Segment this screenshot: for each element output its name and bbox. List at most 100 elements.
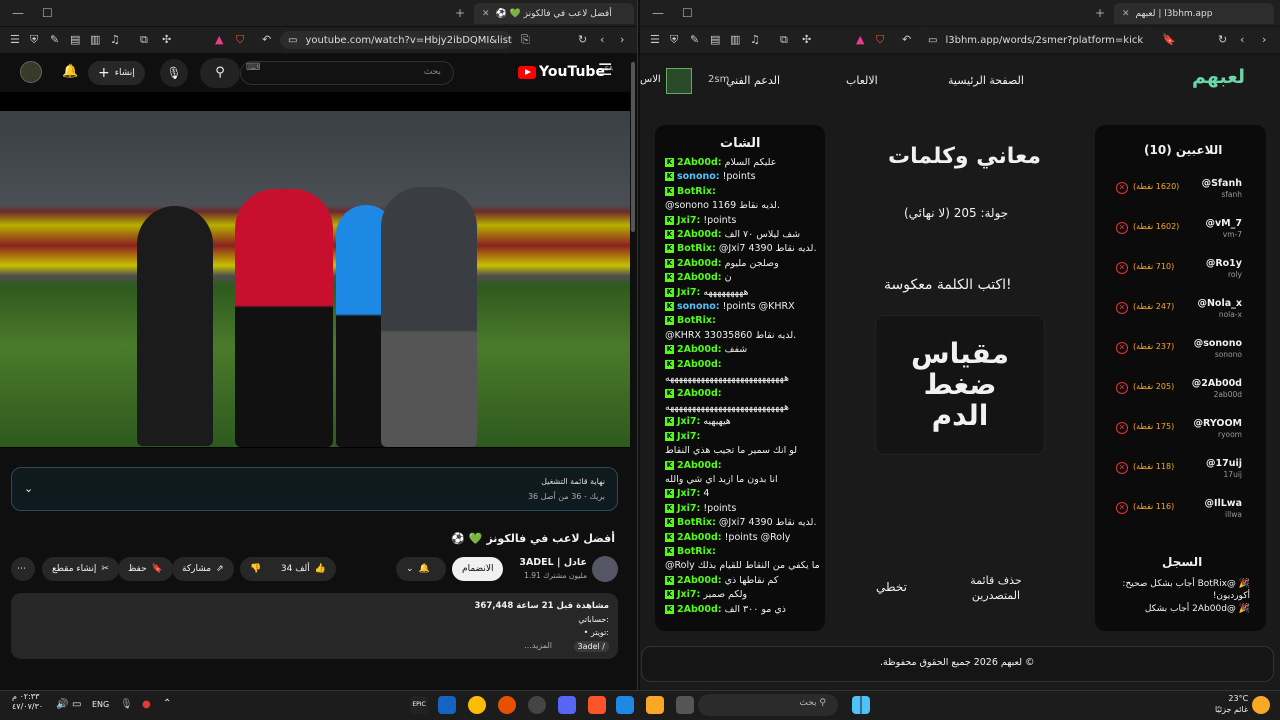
user-avatar[interactable] <box>666 68 692 94</box>
chat-username[interactable]: Jxi7: <box>677 431 700 442</box>
remove-player-icon[interactable]: ✕ <box>1116 422 1128 434</box>
clock[interactable]: ٠٢:٣٣ م ٤٧/٠٧/٣٠ <box>12 692 43 712</box>
epic-games-icon[interactable]: EPIC <box>410 696 428 714</box>
save-button[interactable]: حفظ 🔖 <box>118 557 173 581</box>
chat-username[interactable]: 2Ab00d: <box>677 258 722 269</box>
undo-icon[interactable]: ↶ <box>262 33 271 46</box>
remove-player-icon[interactable]: ✕ <box>1116 342 1128 354</box>
share-button[interactable]: مشاركة ⇗ <box>172 557 234 581</box>
address-bar[interactable]: ▭ youtube.com/watch?v=Hbjy2ibDQMI&list..… <box>280 31 512 49</box>
chat-username[interactable]: 2Ab00d: <box>677 604 722 615</box>
chat-username[interactable]: 2Ab00d: <box>677 344 722 355</box>
weather-widget[interactable]: 23°C غائم جزئيًا <box>1215 693 1248 715</box>
back-icon[interactable]: ‹ <box>600 33 604 46</box>
vpn-icon[interactable]: ▲ <box>856 33 864 46</box>
chat-username[interactable]: Jxi7: <box>677 503 700 514</box>
chat-username[interactable]: Jxi7: <box>677 215 700 226</box>
minimize-icon[interactable]: — <box>652 6 664 20</box>
chat-username[interactable]: sonono: <box>677 171 720 182</box>
subscribe-bell-button[interactable]: ⌄ 🔔 <box>396 557 446 581</box>
minimize-icon[interactable]: — <box>12 6 24 20</box>
create-button[interactable]: + إنشاء <box>88 61 145 85</box>
chat-username[interactable]: 2Ab00d: <box>677 575 722 586</box>
undo-icon[interactable]: ↶ <box>902 33 911 46</box>
menu-icon[interactable]: ☰ <box>10 33 20 46</box>
site-logo[interactable]: لعبهم <box>1192 66 1245 88</box>
app-icon[interactable] <box>676 696 694 714</box>
clip-button[interactable]: إنشاء مقطع ✂ <box>42 557 119 581</box>
wallet-icon[interactable]: ▤ <box>70 33 80 46</box>
remove-player-icon[interactable]: ✕ <box>1116 382 1128 394</box>
remove-player-icon[interactable]: ✕ <box>1116 262 1128 274</box>
copy-icon[interactable]: ⎘ <box>521 33 530 47</box>
thumbs-down-icon[interactable]: 👎 <box>250 564 261 574</box>
channel-name[interactable]: 3ADEL | عادل <box>519 557 587 568</box>
bell-icon[interactable]: 🔔 <box>62 64 78 79</box>
network-icon[interactable]: ▭ <box>72 699 81 710</box>
nav-extra[interactable]: الاس <box>640 74 661 85</box>
chat-username[interactable]: 2Ab00d: <box>677 272 722 283</box>
extension-icon[interactable]: ✎ <box>50 33 59 46</box>
start-icon[interactable] <box>852 696 870 714</box>
nav-games[interactable]: الالعاب <box>846 74 878 87</box>
remove-player-icon[interactable]: ✕ <box>1116 222 1128 234</box>
brave-shield-icon[interactable]: ⛉ <box>236 33 244 47</box>
new-tab-icon[interactable]: + <box>455 6 465 20</box>
chat-username[interactable]: Jxi7: <box>677 416 700 427</box>
music-icon[interactable]: ♫ <box>110 33 120 46</box>
close-tab-icon[interactable]: ✕ <box>482 9 490 19</box>
chat-username[interactable]: BotRix: <box>677 546 716 557</box>
puzzle-icon[interactable]: ✣ <box>802 33 811 46</box>
chat-username[interactable]: Jxi7: <box>677 488 700 499</box>
show-more-link[interactable]: ...المزيد <box>524 641 552 650</box>
clear-leaderboard-button[interactable]: حذف قائمة المتصدرين <box>963 573 1029 603</box>
music-icon[interactable]: ♫ <box>750 33 760 46</box>
chat-username[interactable]: BotRix: <box>677 315 716 326</box>
youtube-logo[interactable]: YouTubeSA <box>518 64 613 80</box>
vpn-icon[interactable]: ▲ <box>215 33 223 46</box>
remove-player-icon[interactable]: ✕ <box>1116 462 1128 474</box>
steam-icon[interactable] <box>528 696 546 714</box>
more-actions-button[interactable]: ⋯ <box>11 557 35 581</box>
maximize-icon[interactable]: ☐ <box>682 6 693 20</box>
join-button[interactable]: الانضمام <box>452 557 504 581</box>
remove-player-icon[interactable]: ✕ <box>1116 182 1128 194</box>
discord-icon[interactable] <box>558 696 576 714</box>
extension-icon[interactable]: ✎ <box>690 33 699 46</box>
maximize-icon[interactable]: ☐ <box>42 6 53 20</box>
sidebar-icon[interactable]: ▥ <box>730 33 740 46</box>
chat-username[interactable]: 2Ab00d: <box>677 388 722 399</box>
chat-username[interactable]: sonono: <box>677 301 720 312</box>
mic-button[interactable]: 🎙 <box>160 59 188 87</box>
store-icon[interactable] <box>616 696 634 714</box>
reload-icon[interactable]: ↻ <box>1218 33 1227 46</box>
puzzle-icon[interactable]: ✣ <box>162 33 171 46</box>
brave-icon[interactable] <box>588 696 606 714</box>
chat-username[interactable]: BotRix: <box>677 517 716 528</box>
language-indicator[interactable]: ENG <box>92 700 109 709</box>
avatar[interactable] <box>20 61 42 83</box>
brave-shield-icon[interactable]: ⛉ <box>876 33 884 47</box>
mic-icon[interactable]: 🎙 <box>120 699 133 710</box>
chat-username[interactable]: 2Ab00d: <box>677 359 722 370</box>
chevron-down-icon[interactable]: ⌄ <box>24 482 33 495</box>
chat-username[interactable]: Jxi7: <box>677 589 700 600</box>
tab-l3bhm[interactable]: ✕ لعبهم | l3bhm.app <box>1114 3 1274 24</box>
search-button[interactable]: ⚲ <box>200 58 240 88</box>
skip-button[interactable]: تخطي <box>876 580 907 594</box>
close-tab-icon[interactable]: ✕ <box>1122 9 1130 19</box>
tab-youtube[interactable]: ✕ أفضل لاعب في فالكونز 💚 ⚽ <box>474 3 634 24</box>
chat-username[interactable]: BotRix: <box>677 243 716 254</box>
chat-username[interactable]: BotRix: <box>677 186 716 197</box>
chrome-icon[interactable] <box>468 696 486 714</box>
forward-icon[interactable]: › <box>1262 33 1266 46</box>
thumbs-up-icon[interactable]: 👍 <box>315 564 326 574</box>
keyboard-icon[interactable]: ⌨ <box>246 62 260 73</box>
shield-icon[interactable]: ⛨ <box>670 33 678 47</box>
chat-username[interactable]: 2Ab00d: <box>677 460 722 471</box>
search-input[interactable]: بحث <box>240 61 454 85</box>
app-icon[interactable] <box>438 696 456 714</box>
remove-player-icon[interactable]: ✕ <box>1116 302 1128 314</box>
taskbar-search[interactable]: بحث ⚲ <box>698 694 838 716</box>
file-explorer-icon[interactable] <box>646 696 664 714</box>
